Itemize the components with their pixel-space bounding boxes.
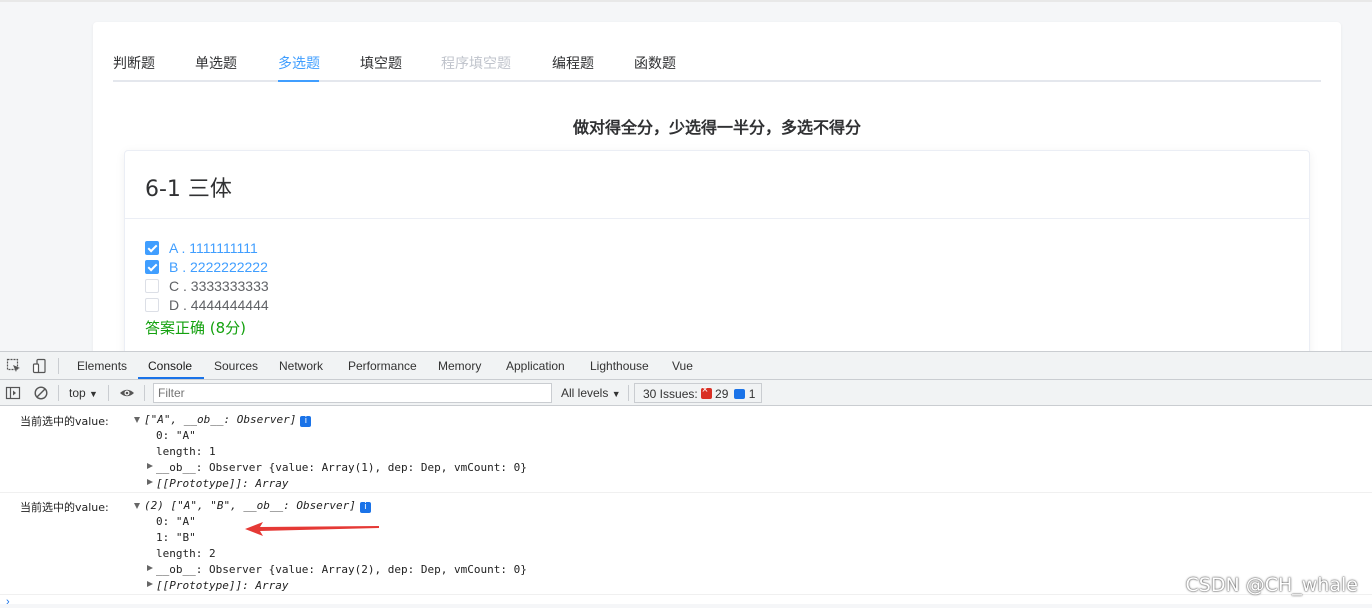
checkbox-a[interactable] (145, 241, 159, 255)
separator (58, 358, 59, 374)
expand-toggle-icon[interactable] (147, 565, 153, 571)
context-selector[interactable]: top ▼ (69, 386, 98, 400)
expand-toggle-icon[interactable] (147, 463, 153, 469)
expand-toggle-icon[interactable] (134, 503, 140, 509)
devtools-tab-sources[interactable]: Sources (214, 359, 258, 373)
devtools-tab-console[interactable]: Console (148, 359, 192, 373)
context-value: top (69, 386, 86, 400)
separator (628, 385, 629, 401)
log-levels-value: All levels (561, 386, 608, 400)
tab-fill-blank[interactable]: 填空题 (360, 53, 402, 73)
page-background: 判断题 单选题 多选题 填空题 程序填空题 编程题 函数题 做对得全分，少选得一… (0, 0, 1372, 351)
devtools-active-tab-indicator (138, 377, 204, 379)
watermark: CSDN @CH_whale (1186, 574, 1358, 596)
issues-button[interactable]: 30 Issues: 29 1 (634, 383, 762, 403)
console-filter-input[interactable] (153, 383, 552, 403)
log-item[interactable]: [[Prototype]]: Array (156, 477, 288, 490)
answer-result: 答案正确 (8分) (145, 317, 246, 338)
tab-program-fill-blank: 程序填空题 (441, 53, 511, 73)
question-type-tabs: 判断题 单选题 多选题 填空题 程序填空题 编程题 函数题 (113, 50, 1321, 82)
devtools-tab-performance[interactable]: Performance (348, 359, 417, 373)
option-d-label: D . 4444444444 (169, 297, 269, 313)
tab-single-choice[interactable]: 单选题 (195, 53, 237, 73)
error-count: 29 (715, 387, 728, 401)
red-arrow-annotation (245, 522, 381, 538)
checkbox-d[interactable] (145, 298, 159, 312)
info-icon: i (300, 416, 311, 427)
checkbox-b[interactable] (145, 260, 159, 274)
clear-console-icon[interactable] (33, 385, 49, 401)
eye-icon[interactable] (119, 385, 135, 401)
device-toolbar-icon[interactable] (32, 358, 48, 374)
checkbox-c[interactable] (145, 279, 159, 293)
devtools-panel: Elements Console Sources Network Perform… (0, 351, 1372, 604)
option-b[interactable]: B . 2222222222 (145, 258, 268, 276)
tab-programming[interactable]: 编程题 (552, 53, 594, 73)
sidebar-toggle-icon[interactable] (5, 385, 21, 401)
exam-card: 判断题 单选题 多选题 填空题 程序填空题 编程题 函数题 做对得全分，少选得一… (93, 22, 1341, 362)
devtools-tab-network[interactable]: Network (279, 359, 323, 373)
devtools-tab-lighthouse[interactable]: Lighthouse (590, 359, 649, 373)
console-toolbar: top ▼ All levels ▼ 30 Issues: 29 1 (0, 380, 1372, 406)
log-item: length: 1 (156, 445, 216, 458)
log-summary-text: (2) ["A", "B", __ob__: Observer] (144, 499, 356, 512)
devtools-tab-application[interactable]: Application (506, 359, 565, 373)
log-summary-text: ["A", __ob__: Observer] (144, 413, 296, 426)
devtools-tab-vue[interactable]: Vue (672, 359, 693, 373)
active-tab-indicator (278, 80, 319, 82)
devtools-tab-elements[interactable]: Elements (77, 359, 127, 373)
question-title: 6-1 三体 (145, 171, 232, 203)
log-prefix: 当前选中的value: (20, 499, 109, 515)
log-summary[interactable]: (2) ["A", "B", __ob__: Observer] i (144, 499, 371, 513)
devtools-tab-memory[interactable]: Memory (438, 359, 481, 373)
option-b-label: B . 2222222222 (169, 259, 268, 275)
console-message: 当前选中的value: (2) ["A", "B", __ob__: Obser… (0, 493, 1372, 595)
log-item: 1: "B" (156, 531, 196, 544)
tab-function[interactable]: 函数题 (634, 53, 676, 73)
scoring-hint: 做对得全分，少选得一半分，多选不得分 (93, 114, 1341, 138)
error-icon (701, 388, 712, 399)
tab-multiple-choice[interactable]: 多选题 (278, 53, 320, 73)
expand-toggle-icon[interactable] (147, 479, 153, 485)
console-message: 当前选中的value: ["A", __ob__: Observer] i 0: … (0, 407, 1372, 493)
log-item[interactable]: __ob__: Observer {value: Array(2), dep: … (156, 563, 527, 576)
log-summary[interactable]: ["A", __ob__: Observer] i (144, 413, 311, 427)
log-item[interactable]: [[Prototype]]: Array (156, 579, 288, 592)
log-levels-dropdown[interactable]: All levels ▼ (561, 386, 621, 400)
devtools-tabbar: Elements Console Sources Network Perform… (0, 352, 1372, 380)
log-item[interactable]: __ob__: Observer {value: Array(1), dep: … (156, 461, 527, 474)
question-card: 6-1 三体 A . 1111111111 B . 2222222222 C .… (124, 150, 1310, 362)
option-a[interactable]: A . 1111111111 (145, 239, 258, 257)
log-prefix: 当前选中的value: (20, 413, 109, 429)
option-c-label: C . 3333333333 (169, 278, 269, 294)
top-border (0, 0, 1372, 2)
dropdown-caret-icon: ▼ (89, 389, 98, 399)
separator (108, 385, 109, 401)
log-item: length: 2 (156, 547, 216, 560)
separator (144, 385, 145, 401)
dropdown-caret-icon: ▼ (612, 389, 621, 399)
log-item: 0: "A" (156, 515, 196, 528)
expand-toggle-icon[interactable] (134, 417, 140, 423)
console-prompt-icon[interactable]: › (6, 596, 10, 608)
info-icon: i (360, 502, 371, 513)
option-a-label: A . 1111111111 (169, 240, 258, 256)
option-c[interactable]: C . 3333333333 (145, 277, 269, 295)
divider (125, 218, 1309, 219)
option-d[interactable]: D . 4444444444 (145, 296, 269, 314)
separator (58, 385, 59, 401)
inspect-icon[interactable] (6, 358, 22, 374)
tab-judge[interactable]: 判断题 (113, 53, 155, 73)
issues-label: 30 Issues: (643, 387, 698, 401)
info-count: 1 (749, 387, 756, 401)
log-item: 0: "A" (156, 429, 196, 442)
expand-toggle-icon[interactable] (147, 581, 153, 587)
message-icon (734, 389, 745, 399)
